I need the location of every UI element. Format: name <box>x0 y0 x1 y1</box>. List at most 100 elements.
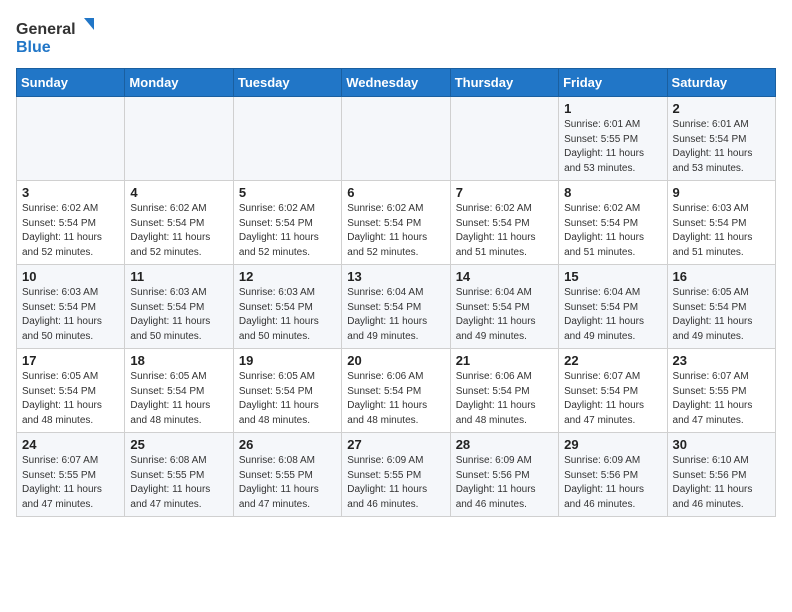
calendar-cell <box>233 97 341 181</box>
day-number: 8 <box>564 185 661 200</box>
calendar-header-row: SundayMondayTuesdayWednesdayThursdayFrid… <box>17 69 776 97</box>
day-number: 5 <box>239 185 336 200</box>
day-number: 30 <box>673 437 770 452</box>
calendar-cell: 23 Sunrise: 6:07 AM Sunset: 5:55 PM Dayli… <box>667 349 775 433</box>
day-info: Sunrise: 6:09 AM Sunset: 5:55 PM Dayligh… <box>347 454 444 512</box>
day-number: 24 <box>22 437 119 452</box>
day-number: 26 <box>239 437 336 452</box>
calendar-cell: 2 Sunrise: 6:01 AM Sunset: 5:54 PM Daylig… <box>667 97 775 181</box>
day-number: 22 <box>564 353 661 368</box>
calendar-cell: 12Sunrise: 6:03 AM Sunset: 5:54 PM Dayli… <box>233 265 341 349</box>
day-info: Sunrise: 6:01 AM Sunset: 5:55 PM Dayligh… <box>564 118 661 176</box>
calendar-cell: 21Sunrise: 6:06 AM Sunset: 5:54 PM Dayli… <box>450 349 558 433</box>
calendar-cell: 25 Sunrise: 6:08 AM Sunset: 5:55 PM Dayli… <box>125 433 233 517</box>
calendar-cell: 14 Sunrise: 6:04 AM Sunset: 5:54 PM Dayli… <box>450 265 558 349</box>
calendar-cell: 7 Sunrise: 6:02 AM Sunset: 5:54 PM Daylig… <box>450 181 558 265</box>
calendar-cell <box>450 97 558 181</box>
day-number: 21 <box>456 353 553 368</box>
col-header-saturday: Saturday <box>667 69 775 97</box>
calendar-cell: 26 Sunrise: 6:08 AM Sunset: 5:55 PM Dayli… <box>233 433 341 517</box>
day-number: 18 <box>130 353 227 368</box>
day-info: Sunrise: 6:08 AM Sunset: 5:55 PM Dayligh… <box>239 454 336 512</box>
calendar-cell: 20 Sunrise: 6:06 AM Sunset: 5:54 PM Dayli… <box>342 349 450 433</box>
day-number: 13 <box>347 269 444 284</box>
day-number: 28 <box>456 437 553 452</box>
day-number: 10 <box>22 269 119 284</box>
calendar-cell: 18 Sunrise: 6:05 AM Sunset: 5:54 PM Dayli… <box>125 349 233 433</box>
day-info: Sunrise: 6:01 AM Sunset: 5:54 PM Dayligh… <box>673 118 770 176</box>
day-number: 6 <box>347 185 444 200</box>
day-info: Sunrise: 6:03 AM Sunset: 5:54 PM Dayligh… <box>673 202 770 260</box>
calendar-cell: 29 Sunrise: 6:09 AM Sunset: 5:56 PM Dayli… <box>559 433 667 517</box>
day-info: Sunrise: 6:08 AM Sunset: 5:55 PM Dayligh… <box>130 454 227 512</box>
calendar-cell: 8 Sunrise: 6:02 AM Sunset: 5:54 PM Daylig… <box>559 181 667 265</box>
day-info: Sunrise: 6:04 AM Sunset: 5:54 PM Dayligh… <box>456 286 553 344</box>
calendar-table: SundayMondayTuesdayWednesdayThursdayFrid… <box>16 68 776 517</box>
day-number: 16 <box>673 269 770 284</box>
day-info: Sunrise: 6:04 AM Sunset: 5:54 PM Dayligh… <box>564 286 661 344</box>
calendar-cell <box>342 97 450 181</box>
day-info: Sunrise: 6:05 AM Sunset: 5:54 PM Dayligh… <box>673 286 770 344</box>
calendar-cell: 10Sunrise: 6:03 AM Sunset: 5:54 PM Dayli… <box>17 265 125 349</box>
day-info: Sunrise: 6:10 AM Sunset: 5:56 PM Dayligh… <box>673 454 770 512</box>
col-header-friday: Friday <box>559 69 667 97</box>
calendar-cell: 5Sunrise: 6:02 AM Sunset: 5:54 PM Daylig… <box>233 181 341 265</box>
day-number: 7 <box>456 185 553 200</box>
day-info: Sunrise: 6:09 AM Sunset: 5:56 PM Dayligh… <box>564 454 661 512</box>
calendar-cell: 11 Sunrise: 6:03 AM Sunset: 5:54 PM Dayli… <box>125 265 233 349</box>
logo: General Blue <box>16 16 96 56</box>
day-number: 1 <box>564 101 661 116</box>
day-number: 11 <box>130 269 227 284</box>
day-number: 23 <box>673 353 770 368</box>
calendar-cell: 17 Sunrise: 6:05 AM Sunset: 5:54 PM Dayli… <box>17 349 125 433</box>
calendar-cell <box>17 97 125 181</box>
day-info: Sunrise: 6:06 AM Sunset: 5:54 PM Dayligh… <box>347 370 444 428</box>
calendar-cell: 1 Sunrise: 6:01 AM Sunset: 5:55 PM Daylig… <box>559 97 667 181</box>
day-number: 2 <box>673 101 770 116</box>
day-number: 14 <box>456 269 553 284</box>
day-number: 12 <box>239 269 336 284</box>
week-row-4: 17 Sunrise: 6:05 AM Sunset: 5:54 PM Dayli… <box>17 349 776 433</box>
week-row-2: 3Sunrise: 6:02 AM Sunset: 5:54 PM Daylig… <box>17 181 776 265</box>
day-number: 9 <box>673 185 770 200</box>
day-number: 4 <box>130 185 227 200</box>
day-info: Sunrise: 6:05 AM Sunset: 5:54 PM Dayligh… <box>239 370 336 428</box>
calendar-cell: 3Sunrise: 6:02 AM Sunset: 5:54 PM Daylig… <box>17 181 125 265</box>
calendar-cell: 13Sunrise: 6:04 AM Sunset: 5:54 PM Dayli… <box>342 265 450 349</box>
calendar-cell <box>125 97 233 181</box>
day-info: Sunrise: 6:07 AM Sunset: 5:55 PM Dayligh… <box>673 370 770 428</box>
day-info: Sunrise: 6:09 AM Sunset: 5:56 PM Dayligh… <box>456 454 553 512</box>
week-row-3: 10 Sunrise: 6:03 AM Sunset: 5:54 PM Dayli… <box>17 265 776 349</box>
day-info: Sunrise: 6:02 AM Sunset: 5:54 PM Dayligh… <box>347 202 444 260</box>
calendar-cell: 15Sunrise: 6:04 AM Sunset: 5:54 PM Dayli… <box>559 265 667 349</box>
day-number: 17 <box>22 353 119 368</box>
week-row-1: 1 Sunrise: 6:01 AM Sunset: 5:55 PM Daylig… <box>17 97 776 181</box>
calendar-cell: 28 Sunrise: 6:09 AM Sunset: 5:56 PM Dayli… <box>450 433 558 517</box>
col-header-thursday: Thursday <box>450 69 558 97</box>
day-info: Sunrise: 6:05 AM Sunset: 5:54 PM Dayligh… <box>130 370 227 428</box>
day-number: 25 <box>130 437 227 452</box>
col-header-tuesday: Tuesday <box>233 69 341 97</box>
day-info: Sunrise: 6:02 AM Sunset: 5:54 PM Dayligh… <box>22 202 119 260</box>
col-header-monday: Monday <box>125 69 233 97</box>
calendar-cell: 30 Sunrise: 6:10 AM Sunset: 5:56 PM Dayli… <box>667 433 775 517</box>
week-row-5: 24Sunrise: 6:07 AM Sunset: 5:55 PM Dayli… <box>17 433 776 517</box>
day-info: Sunrise: 6:02 AM Sunset: 5:54 PM Dayligh… <box>564 202 661 260</box>
day-info: Sunrise: 6:05 AM Sunset: 5:54 PM Dayligh… <box>22 370 119 428</box>
logo-svg: General Blue <box>16 16 96 56</box>
day-number: 20 <box>347 353 444 368</box>
calendar-cell: 16 Sunrise: 6:05 AM Sunset: 5:54 PM Dayli… <box>667 265 775 349</box>
day-number: 29 <box>564 437 661 452</box>
svg-text:General: General <box>16 21 76 38</box>
calendar-cell: 22 Sunrise: 6:07 AM Sunset: 5:54 PM Dayli… <box>559 349 667 433</box>
day-info: Sunrise: 6:02 AM Sunset: 5:54 PM Dayligh… <box>456 202 553 260</box>
calendar-cell: 19Sunrise: 6:05 AM Sunset: 5:54 PM Dayli… <box>233 349 341 433</box>
day-info: Sunrise: 6:03 AM Sunset: 5:54 PM Dayligh… <box>130 286 227 344</box>
calendar-cell: 6 Sunrise: 6:02 AM Sunset: 5:54 PM Daylig… <box>342 181 450 265</box>
calendar-cell: 27Sunrise: 6:09 AM Sunset: 5:55 PM Dayli… <box>342 433 450 517</box>
day-info: Sunrise: 6:07 AM Sunset: 5:54 PM Dayligh… <box>564 370 661 428</box>
calendar-cell: 4Sunrise: 6:02 AM Sunset: 5:54 PM Daylig… <box>125 181 233 265</box>
header: General Blue <box>16 16 776 56</box>
col-header-sunday: Sunday <box>17 69 125 97</box>
calendar-cell: 9 Sunrise: 6:03 AM Sunset: 5:54 PM Daylig… <box>667 181 775 265</box>
